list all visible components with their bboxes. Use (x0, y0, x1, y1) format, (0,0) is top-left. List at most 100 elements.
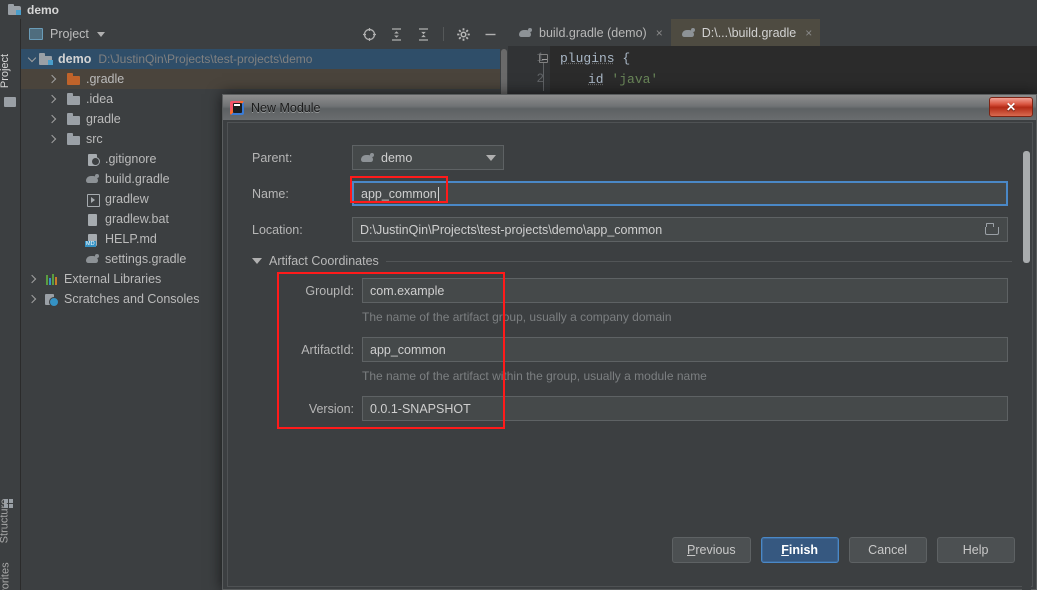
tree-item-label: External Libraries (64, 272, 161, 286)
collapse-all-icon[interactable] (416, 27, 431, 42)
artifactid-hint: The name of the artifact within the grou… (362, 369, 707, 383)
sidebar-item-favorites[interactable]: Favorites (0, 562, 12, 590)
code-brace: { (615, 51, 631, 66)
folder-icon (66, 132, 81, 147)
chevron-collapsed-icon[interactable] (47, 114, 58, 125)
project-panel-header: Project (21, 19, 508, 49)
name-label: Name: (252, 187, 352, 201)
code-line-2: id 'java' (588, 72, 658, 87)
previous-button[interactable]: Previous (672, 537, 751, 563)
markdown-file-icon (85, 232, 100, 247)
tab-build-gradle-path[interactable]: D:\...\build.gradle × (671, 19, 821, 46)
structure-icon (4, 499, 13, 508)
project-folder-icon (8, 4, 21, 15)
code-fold-toggle[interactable] (539, 54, 548, 63)
finish-button[interactable]: Finish (761, 537, 839, 563)
artifactid-row: ArtifactId: app_common (272, 337, 1012, 362)
previous-mnemonic: P (687, 543, 695, 557)
triangle-down-icon[interactable] (252, 258, 262, 264)
cancel-button[interactable]: Cancel (849, 537, 927, 563)
tree-item-label: gradle (86, 112, 121, 126)
tree-item-label: demo (58, 52, 91, 66)
code-string: 'java' (611, 72, 658, 87)
gradle-file-icon (85, 172, 100, 187)
favorites-folder-icon (4, 97, 16, 107)
location-label: Location: (252, 223, 352, 237)
version-row: Version: 0.0.1-SNAPSHOT (272, 396, 1012, 421)
tree-item-label: build.gradle (105, 172, 170, 186)
section-divider (386, 261, 1012, 262)
tree-item-path: D:\JustinQin\Projects\test-projects\demo (98, 52, 312, 66)
artifact-coordinates-section-header[interactable]: Artifact Coordinates (252, 254, 1012, 268)
project-panel-toolbar (362, 27, 502, 42)
chevron-collapsed-icon[interactable] (47, 74, 58, 85)
chevron-down-icon[interactable] (97, 32, 105, 37)
name-input[interactable]: app_common (352, 181, 1008, 206)
locate-target-icon[interactable] (362, 27, 377, 42)
folder-icon (66, 92, 81, 107)
browse-folder-icon[interactable] (985, 224, 1000, 236)
artifactid-value: app_common (370, 343, 446, 357)
gradle-file-icon (85, 252, 100, 267)
artifactid-input[interactable]: app_common (362, 337, 1008, 362)
parent-combobox[interactable]: demo (352, 145, 504, 170)
bat-file-icon (85, 212, 100, 227)
close-icon[interactable]: × (805, 26, 812, 40)
sidebar-item-project[interactable]: Project (0, 54, 11, 88)
finish-mnemonic: F (781, 543, 789, 557)
chevron-collapsed-icon[interactable] (47, 94, 58, 105)
folder-icon (66, 112, 81, 127)
location-row: Location: D:\JustinQin\Projects\test-pro… (252, 217, 1012, 242)
dialog-title-bar[interactable]: New Module ✕ (223, 95, 1036, 120)
dialog-title-text: New Module (251, 101, 320, 115)
gradle-file-icon (518, 26, 533, 39)
tree-item-label: HELP.md (105, 232, 157, 246)
dialog-scrollbar[interactable] (1022, 151, 1031, 590)
code-keyword: plugins (560, 51, 615, 66)
gitignore-file-icon (85, 152, 100, 167)
tree-row-gradle-dir[interactable]: .gradle (21, 69, 508, 89)
close-icon[interactable]: × (656, 26, 663, 40)
chevron-collapsed-icon[interactable] (27, 274, 38, 285)
chevron-collapsed-icon[interactable] (47, 134, 58, 145)
close-button[interactable]: ✕ (989, 97, 1033, 117)
chevron-expanded-icon[interactable] (27, 54, 38, 65)
groupid-row: GroupId: com.example (272, 278, 1012, 303)
parent-row: Parent: demo (252, 145, 1012, 170)
previous-label: revious (695, 543, 735, 557)
hide-minimize-icon[interactable] (483, 27, 498, 42)
dialog-frame: New Module ✕ Parent: demo Name: app_comm… (222, 94, 1037, 590)
module-folder-icon (38, 52, 53, 67)
settings-gear-icon[interactable] (456, 27, 471, 42)
dialog-button-row: Previous Finish Cancel Help (672, 537, 1015, 563)
chevron-collapsed-icon[interactable] (27, 294, 38, 305)
groupid-input[interactable]: com.example (362, 278, 1008, 303)
artifactid-label: ArtifactId: (272, 343, 354, 357)
libraries-icon (44, 272, 59, 287)
scrollbar-thumb[interactable] (1023, 151, 1030, 263)
version-label: Version: (272, 402, 354, 416)
window-title-bar: demo (0, 0, 1037, 19)
expand-all-icon[interactable] (389, 27, 404, 42)
name-row: Name: app_common (252, 181, 1012, 206)
groupid-label: GroupId: (272, 284, 354, 298)
chevron-down-icon[interactable] (486, 155, 496, 161)
location-input[interactable]: D:\JustinQin\Projects\test-projects\demo… (352, 217, 1008, 242)
groupid-value: com.example (370, 284, 444, 298)
folder-orange-icon (66, 72, 81, 87)
groupid-hint: The name of the artifact group, usually … (362, 310, 672, 324)
version-value: 0.0.1-SNAPSHOT (370, 402, 471, 416)
editor-tab-bar: build.gradle (demo) × D:\...\build.gradl… (508, 19, 1037, 46)
tree-item-label: src (86, 132, 103, 146)
code-method: id (588, 72, 604, 87)
help-button[interactable]: Help (937, 537, 1015, 563)
tree-item-label: .idea (86, 92, 113, 106)
version-input[interactable]: 0.0.1-SNAPSHOT (362, 396, 1008, 421)
new-module-dialog: New Module ✕ Parent: demo Name: app_comm… (222, 94, 1037, 590)
tab-build-gradle-demo[interactable]: build.gradle (demo) × (508, 19, 671, 46)
intellij-idea-icon (230, 101, 244, 115)
tree-item-label: .gradle (86, 72, 124, 86)
tree-row-demo[interactable]: demo D:\JustinQin\Projects\test-projects… (21, 49, 508, 69)
script-run-icon (85, 192, 100, 207)
section-title: Artifact Coordinates (269, 254, 379, 268)
